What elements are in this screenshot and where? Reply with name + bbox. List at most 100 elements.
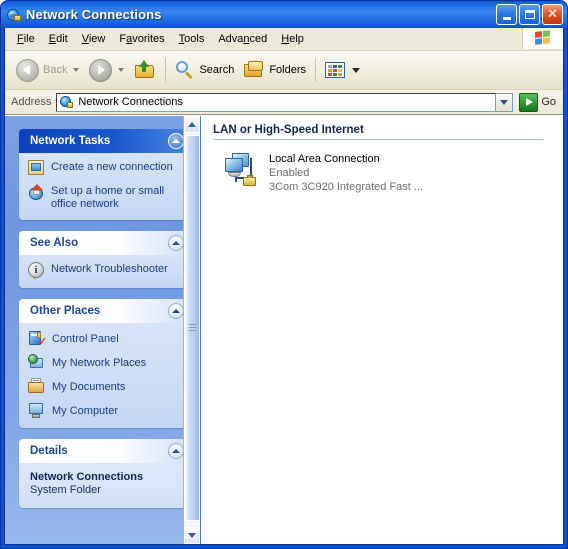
- views-dropdown-icon[interactable]: [352, 67, 361, 73]
- minimize-button[interactable]: [496, 4, 517, 25]
- task-label: Set up a home or small office network: [51, 185, 165, 210]
- folders-icon: [244, 61, 265, 79]
- chevron-down-icon: [188, 533, 196, 538]
- network-globe-icon: [60, 95, 74, 109]
- my-documents-icon: [28, 378, 45, 395]
- place-label: My Documents: [52, 380, 126, 393]
- grip-icon: [188, 323, 196, 333]
- task-pane-content: Network Tasks Create a new connection Se…: [5, 116, 200, 508]
- task-network-troubleshooter[interactable]: i Network Troubleshooter: [28, 262, 181, 280]
- folders-label: Folders: [269, 64, 307, 76]
- close-button[interactable]: ✕: [542, 4, 563, 25]
- go-button[interactable]: Go: [519, 92, 560, 112]
- panel-header-see-also[interactable]: See Also: [19, 231, 190, 255]
- address-input[interactable]: Network Connections: [56, 92, 497, 112]
- forward-dropdown-icon[interactable]: [118, 68, 125, 72]
- menu-favorites[interactable]: Favorites: [112, 31, 171, 47]
- task-setup-home-network[interactable]: Set up a home or small office network: [28, 184, 181, 211]
- control-panel-icon: ✓: [28, 330, 47, 348]
- collapse-chevron-up-icon[interactable]: [168, 235, 184, 251]
- window-controls: ✕: [496, 4, 563, 25]
- menu-view[interactable]: View: [75, 31, 113, 47]
- maximize-button[interactable]: [519, 4, 540, 25]
- back-dropdown-icon[interactable]: [73, 68, 80, 72]
- scroll-up-button[interactable]: [184, 116, 200, 133]
- address-dropdown-button[interactable]: [496, 92, 514, 112]
- menu-bar: File Edit View Favorites Tools Advanced …: [5, 28, 563, 51]
- search-icon: [175, 60, 195, 80]
- home-network-icon: [28, 184, 45, 201]
- menu-advanced[interactable]: Advanced: [211, 31, 274, 47]
- panel-details: Details Network Connections System Folde…: [19, 439, 190, 508]
- task-pane-scrollbar[interactable]: [183, 116, 200, 544]
- info-icon: i: [28, 262, 45, 280]
- back-button[interactable]: Back: [11, 55, 84, 85]
- connection-status: Enabled: [269, 167, 310, 179]
- up-button[interactable]: [129, 55, 161, 85]
- views-button[interactable]: [320, 55, 365, 85]
- place-control-panel[interactable]: ✓ Control Panel: [28, 330, 181, 348]
- collapse-chevron-up-icon[interactable]: [168, 133, 184, 149]
- place-my-network-places[interactable]: My Network Places: [28, 354, 181, 371]
- go-label: Go: [541, 96, 556, 108]
- back-label: Back: [43, 64, 68, 76]
- panel-see-also: See Also i Network Troubleshooter: [19, 231, 190, 288]
- connection-item-local-area-connection[interactable]: Local Area Connection Enabled 3Com 3C920…: [213, 152, 563, 194]
- toolbar-separator-2: [315, 58, 317, 82]
- chevron-up-icon: [188, 122, 196, 127]
- place-label: My Computer: [52, 404, 119, 417]
- task-create-new-connection[interactable]: Create a new connection: [28, 160, 181, 177]
- window-client-area: File Edit View Favorites Tools Advanced …: [4, 28, 564, 545]
- details-subtitle: System Folder: [30, 484, 101, 496]
- forward-icon: [89, 58, 113, 82]
- window-title: Network Connections: [26, 7, 162, 22]
- address-bar: Address Network Connections Go: [5, 90, 563, 115]
- place-label: My Network Places: [52, 356, 147, 369]
- folders-button[interactable]: Folders: [239, 55, 311, 85]
- menu-edit[interactable]: Edit: [42, 31, 75, 47]
- menu-tools[interactable]: Tools: [172, 31, 212, 47]
- place-my-computer[interactable]: My Computer: [28, 402, 181, 419]
- address-label: Address: [11, 96, 52, 108]
- back-icon: [16, 58, 39, 82]
- go-arrow-icon: [519, 92, 539, 112]
- main-area: Network Tasks Create a new connection Se…: [5, 115, 563, 544]
- panel-other-places: Other Places ✓ Control Panel My Network …: [19, 299, 190, 428]
- toolbar-separator: [165, 58, 167, 82]
- title-bar[interactable]: Network Connections ✕: [1, 1, 567, 28]
- collapse-chevron-up-icon[interactable]: [168, 303, 184, 319]
- new-connection-icon: [28, 160, 45, 177]
- network-places-icon: [28, 354, 45, 371]
- panel-header-details[interactable]: Details: [19, 439, 190, 463]
- search-button[interactable]: Search: [170, 55, 239, 85]
- panel-body-see-also: i Network Troubleshooter: [19, 255, 190, 288]
- panel-title: See Also: [30, 237, 79, 249]
- address-value: Network Connections: [78, 96, 183, 108]
- task-label: Network Troubleshooter: [51, 263, 168, 275]
- task-label: Create a new connection: [51, 161, 173, 173]
- scroll-down-button[interactable]: [184, 527, 200, 544]
- my-computer-icon: [28, 402, 45, 419]
- panel-title: Other Places: [30, 305, 101, 317]
- network-globe-icon: [6, 7, 22, 23]
- panel-network-tasks: Network Tasks Create a new connection Se…: [19, 129, 190, 220]
- forward-button[interactable]: [84, 55, 129, 85]
- panel-header-other-places[interactable]: Other Places: [19, 299, 190, 323]
- group-header-lan: LAN or High-Speed Internet: [213, 124, 543, 140]
- scrollbar-thumb[interactable]: [184, 135, 200, 521]
- menu-help[interactable]: Help: [274, 31, 311, 47]
- place-my-documents[interactable]: My Documents: [28, 378, 181, 395]
- connections-list-view[interactable]: LAN or High-Speed Internet Local Area Co…: [201, 116, 563, 544]
- panel-body-other-places: ✓ Control Panel My Network Places My Doc…: [19, 323, 190, 428]
- details-title: Network Connections: [30, 471, 144, 483]
- scrollbar-track[interactable]: [184, 133, 200, 527]
- connection-name: Local Area Connection: [269, 153, 380, 165]
- network-connections-window: Network Connections ✕ File Edit View Fav…: [0, 0, 568, 549]
- task-pane: Network Tasks Create a new connection Se…: [5, 116, 201, 544]
- search-label: Search: [199, 64, 235, 76]
- panel-header-network-tasks[interactable]: Network Tasks: [19, 129, 190, 153]
- menu-file[interactable]: File: [10, 31, 42, 47]
- panel-body-network-tasks: Create a new connection Set up a home or…: [19, 153, 190, 220]
- collapse-chevron-up-icon[interactable]: [168, 443, 184, 459]
- connection-device: 3Com 3C920 Integrated Fast ...: [269, 181, 424, 193]
